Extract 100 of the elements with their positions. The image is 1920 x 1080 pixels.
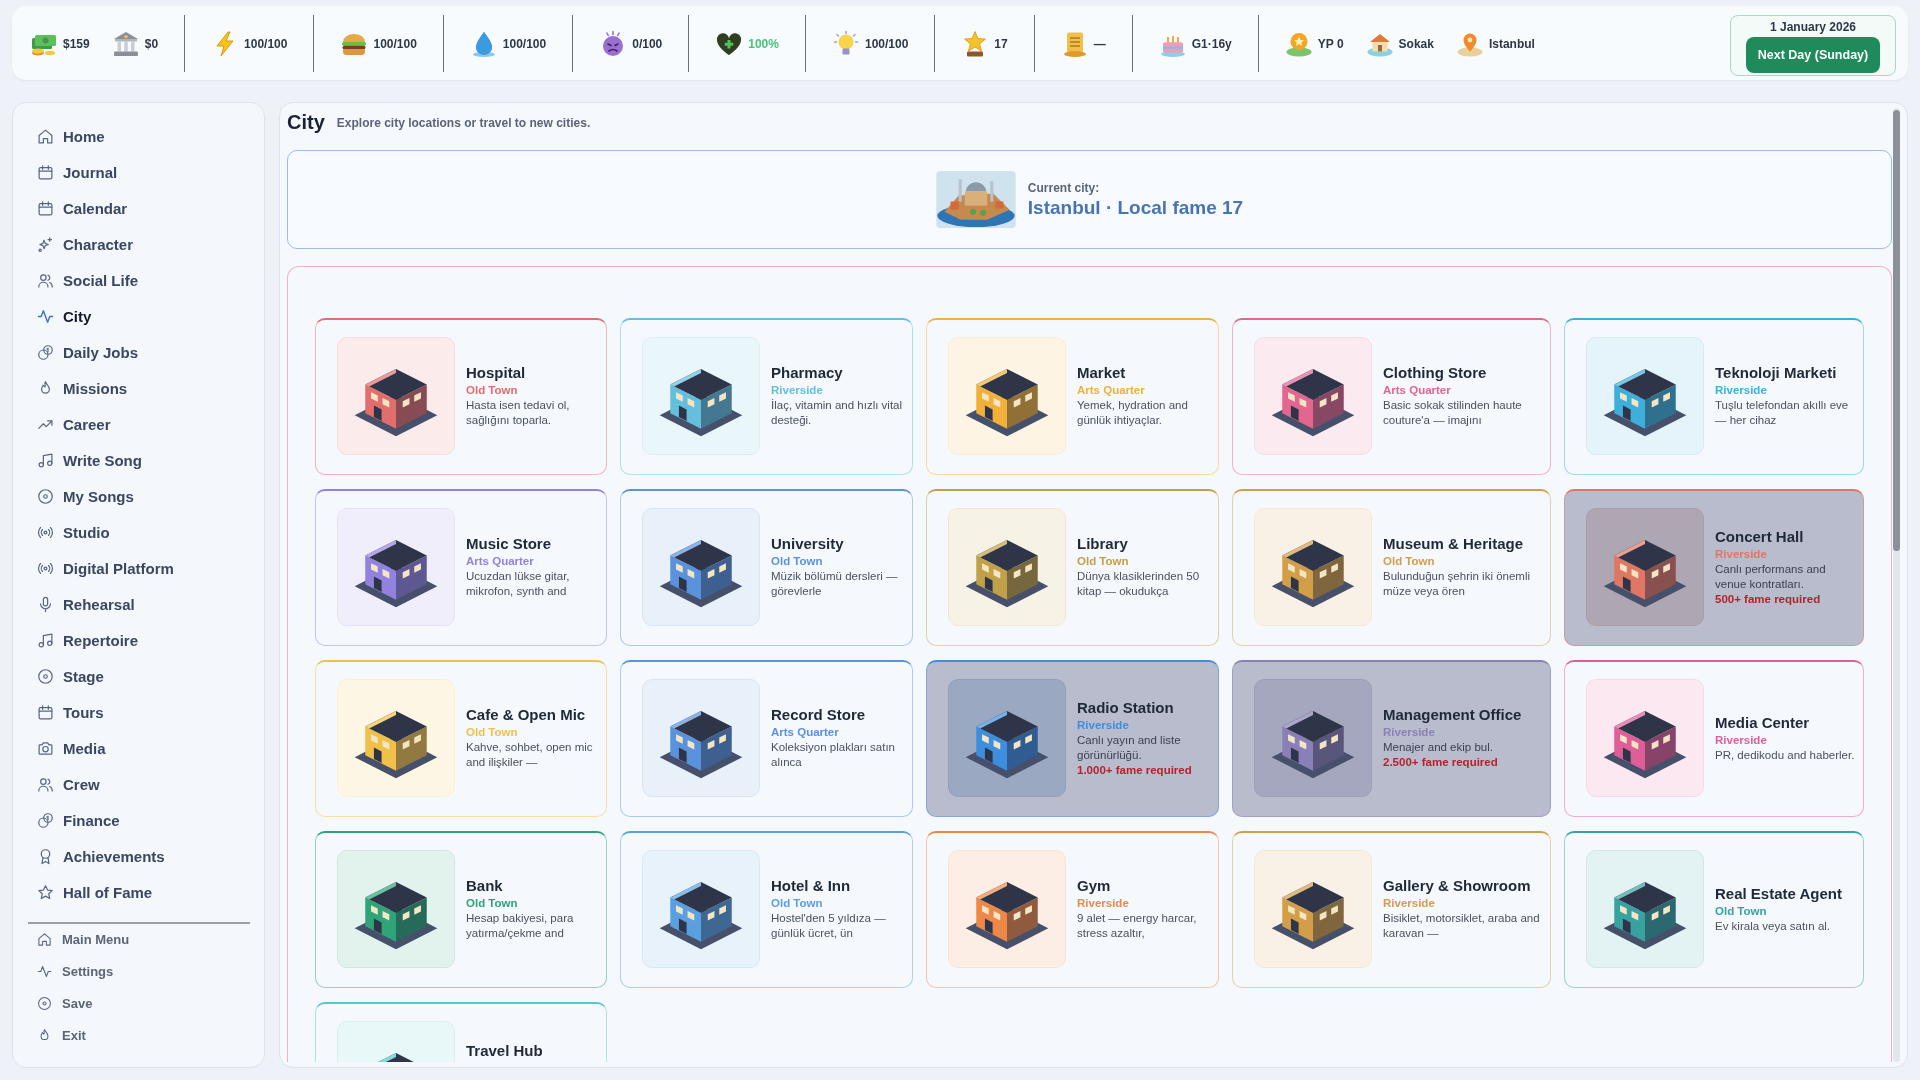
location-card[interactable]: Gallery & Showroom Riverside Bisiklet, motorsiklet, araba and karavan — bbox=[1231, 830, 1551, 988]
date-label: 1 January 2026 bbox=[1769, 19, 1857, 35]
sidebar-item[interactable]: Achievements bbox=[37, 838, 250, 874]
location-card[interactable]: Market Arts Quarter Yemek, hydration and günlük ihtiyaçlar. bbox=[925, 317, 1219, 475]
sidebar-item[interactable]: Journal bbox=[37, 154, 250, 190]
location-name: University bbox=[771, 535, 845, 553]
home-icon bbox=[37, 127, 54, 145]
district-label: Old Town bbox=[466, 896, 519, 911]
location-name: Gallery & Showroom bbox=[1383, 877, 1532, 895]
sidebar-item[interactable]: Crew bbox=[37, 766, 250, 802]
sidebar-item[interactable]: Repertoire bbox=[37, 622, 250, 658]
sidebar-link[interactable]: Main Menu bbox=[37, 923, 250, 956]
sidebar-item[interactable]: City bbox=[37, 298, 250, 334]
sidebar-link[interactable]: Settings bbox=[37, 955, 250, 988]
location-description: Canlı yayın and liste görünürlüğü. bbox=[1077, 732, 1182, 763]
location-description: Dünya klasiklerinden 50 kitap — okudukça bbox=[1077, 569, 1201, 599]
location-card[interactable]: Music Store Arts Quarter Ucuzdan lükse gitar, mikrofon, synth and bbox=[314, 488, 607, 646]
location-name: Record Store bbox=[771, 706, 867, 724]
disc-icon bbox=[37, 487, 54, 505]
location-card[interactable]: Clothing Store Arts Quarter Basic sokak stilinden haute couture'a — imajını bbox=[1231, 317, 1551, 475]
sidebar-item[interactable]: Studio bbox=[37, 514, 250, 550]
sidebar-item[interactable]: Stage bbox=[37, 658, 250, 694]
calendar-icon bbox=[37, 703, 54, 721]
sidebar-item[interactable]: Home bbox=[37, 118, 250, 154]
location-name: Bank bbox=[466, 877, 504, 895]
sidebar-item[interactable]: Finance bbox=[37, 802, 250, 838]
bank-icon bbox=[111, 29, 140, 58]
location-description: Tuşlu telefondan akıllı eve — her cihaz bbox=[1715, 398, 1850, 428]
location-card[interactable]: Management Office Riverside Menajer and ekip bul. 2.500+ fame required bbox=[1231, 659, 1551, 817]
disc-icon bbox=[37, 667, 54, 685]
location-card[interactable]: University Old Town Müzik bölümü dersleri — görevlerle bbox=[619, 488, 913, 646]
coins-icon bbox=[37, 343, 54, 361]
location-name: Gym bbox=[1077, 877, 1112, 895]
location-card[interactable]: Bank Old Town Hesap bakiyesi, para yatırma/çekme and bbox=[314, 830, 607, 988]
location-card[interactable]: Cafe & Open Mic Old Town Kahve, sohbet, open mic and ilişkiler — bbox=[314, 659, 607, 817]
location-card[interactable]: Travel Hub bbox=[314, 1001, 607, 1062]
location-card[interactable]: Radio Station Riverside Canlı yayın and liste görünürlüğü. 1.000+ fame required bbox=[925, 659, 1219, 817]
stat-value: 17 bbox=[994, 36, 1008, 51]
district-label: Riverside bbox=[1715, 383, 1768, 398]
sidebar-item[interactable]: Write Song bbox=[37, 442, 250, 478]
sidebar-item[interactable]: Calendar bbox=[37, 190, 250, 226]
location-card[interactable]: Hospital Old Town Hasta isen tedavi ol, sağlığını toparla. bbox=[314, 317, 607, 475]
sidebar-item[interactable]: Daily Jobs bbox=[37, 334, 250, 370]
location-card[interactable]: Real Estate Agent Old Town Ev kirala veya satın al. bbox=[1563, 830, 1864, 988]
stat-value: 0/100 bbox=[632, 36, 663, 51]
location-card[interactable]: Concert Hall Riverside Canlı performans and venue kontratları. 500+ fame required bbox=[1563, 488, 1864, 646]
stat-value: YP 0 bbox=[1317, 36, 1344, 51]
location-name: Pharmacy bbox=[771, 364, 844, 382]
location-card[interactable]: Gym Riverside 9 alet — energy harcar, stress azaltır, bbox=[925, 830, 1219, 988]
location-description: Hasta isen tedavi ol, sağlığını toparla. bbox=[466, 398, 571, 428]
home-icon bbox=[37, 932, 52, 947]
location-description: Bulunduğun şehrin iki önemli müze veya ören bbox=[1383, 569, 1532, 599]
sidebar-link[interactable]: Exit bbox=[37, 1019, 250, 1052]
location-card[interactable]: Hotel & Inn Old Town Hostel'den 5 yıldıza — günlük ücret, ün bbox=[619, 830, 913, 988]
location-card[interactable]: Pharmacy Riverside İlaç, vitamin and hızlı vital desteği. bbox=[619, 317, 913, 475]
stat-value: Istanbul bbox=[1488, 36, 1535, 51]
page-subtitle: Explore city locations or travel to new cities. bbox=[336, 116, 591, 130]
location-name: Radio Station bbox=[1077, 698, 1175, 717]
location-card[interactable]: Museum & Heritage Old Town Bulunduğun şehrin iki önemli müze veya ören bbox=[1231, 488, 1551, 646]
sidebar-item[interactable]: My Songs bbox=[37, 478, 250, 514]
location-description: Kahve, sohbet, open mic and ilişkiler — bbox=[466, 740, 594, 770]
location-description: Ucuzdan lükse gitar, mikrofon, synth and bbox=[466, 569, 571, 599]
district-label: Riverside bbox=[771, 383, 824, 398]
fame-requirement: 500+ fame required bbox=[1715, 591, 1822, 607]
location-name: Market bbox=[1077, 364, 1127, 382]
fame-requirement: 2.500+ fame required bbox=[1383, 755, 1499, 770]
district-label: Riverside bbox=[1715, 732, 1768, 748]
scrollbar-thumb[interactable] bbox=[1893, 110, 1900, 551]
sidebar-item[interactable]: Career bbox=[37, 406, 250, 442]
next-day-button[interactable]: Next Day (Sunday) bbox=[1746, 37, 1880, 73]
sidebar-item[interactable]: Digital Platform bbox=[37, 550, 250, 586]
sidebar-item[interactable]: Rehearsal bbox=[37, 586, 250, 622]
district-label: Arts Quarter bbox=[1077, 383, 1146, 398]
location-description: Yemek, hydration and günlük ihtiyaçlar. bbox=[1077, 398, 1189, 428]
sidebar-item[interactable]: Social Life bbox=[37, 262, 250, 298]
location-card[interactable]: Teknoloji Marketi Riverside Tuşlu telefondan akıllı eve — her cihaz bbox=[1563, 317, 1864, 475]
location-description: Hostel'den 5 yıldıza — günlük ücret, ün bbox=[771, 911, 887, 941]
sidebar-item[interactable]: Character bbox=[37, 226, 250, 262]
sidebar-link[interactable]: Save bbox=[37, 987, 250, 1020]
pulse-icon bbox=[37, 307, 54, 325]
sidebar-item[interactable]: Hall of Fame bbox=[37, 874, 250, 910]
location-card[interactable]: Library Old Town Dünya klasiklerinden 50 kitap — okudukça bbox=[925, 488, 1219, 646]
page-title: City bbox=[287, 110, 325, 134]
sidebar-item[interactable]: Media bbox=[37, 730, 250, 766]
district-label: Riverside bbox=[1383, 725, 1436, 740]
sidebar-item[interactable]: Missions bbox=[37, 370, 250, 406]
star-icon bbox=[37, 883, 54, 901]
district-label: Arts Quarter bbox=[771, 725, 840, 740]
district-label: Riverside bbox=[1077, 717, 1130, 733]
location-card[interactable]: Record Store Arts Quarter Koleksiyon plakları satın alınca bbox=[619, 659, 913, 817]
location-description: Basic sokak stilinden haute couture'a — imajını bbox=[1383, 398, 1523, 428]
people-icon bbox=[37, 775, 54, 793]
location-description: Bisiklet, motorsiklet, araba and karavan — bbox=[1383, 911, 1541, 941]
sidebar-item[interactable]: Tours bbox=[37, 694, 250, 730]
location-card[interactable]: Media Center Riverside PR, dedikodu and haberler. bbox=[1563, 659, 1864, 817]
stat-value: $159 bbox=[63, 36, 90, 51]
stat-value: — bbox=[1093, 36, 1106, 51]
district-label: Old Town bbox=[466, 725, 519, 740]
stat-value: 100/100 bbox=[502, 36, 547, 51]
district-label: Old Town bbox=[1077, 554, 1130, 569]
